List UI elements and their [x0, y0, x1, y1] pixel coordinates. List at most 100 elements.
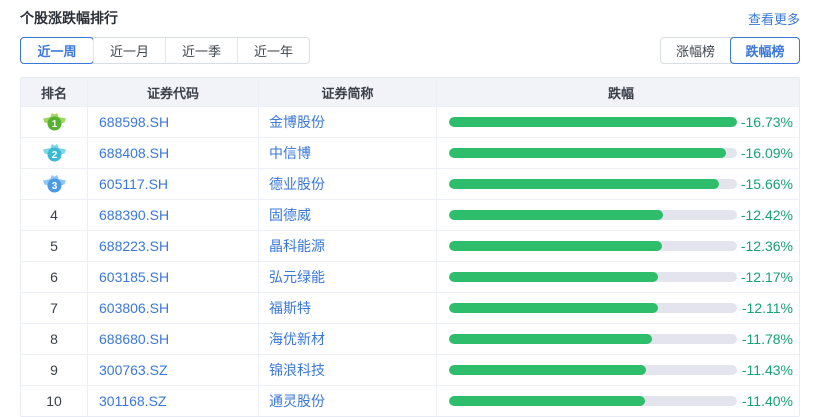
security-name-link[interactable]: 海优新材: [269, 329, 325, 349]
tab-period-3[interactable]: 近一年: [237, 38, 309, 63]
security-code-link[interactable]: 300763.SZ: [99, 362, 168, 378]
security-name-cell: 福斯特: [259, 293, 437, 323]
change-bar-track: [449, 148, 737, 158]
security-name-cell: 固德威: [259, 200, 437, 230]
security-code-link[interactable]: 688390.SH: [99, 207, 169, 223]
column-header-0: 排名: [21, 78, 88, 106]
rank-number: 5: [50, 238, 58, 254]
security-name-link[interactable]: 通灵股份: [269, 391, 325, 411]
change-bar-track: [449, 117, 737, 127]
table-row: 9 300763.SZ 锦浪科技 -11.43%: [21, 354, 799, 385]
change-bar-track: [449, 334, 737, 344]
change-bar-track: [449, 272, 737, 282]
security-name-cell: 德业股份: [259, 169, 437, 199]
rank-cell: 6: [21, 262, 88, 292]
change-bar-fill: [449, 272, 659, 282]
security-name-cell: 金博股份: [259, 107, 437, 137]
change-bar-track: [449, 396, 737, 406]
table-row: 3 605117.SH 德业股份 -15.66%: [21, 168, 799, 199]
security-code-link[interactable]: 688680.SH: [99, 331, 169, 347]
svg-text:1: 1: [51, 119, 57, 130]
rank-medal-icon: 2: [42, 144, 66, 162]
table-row: 4 688390.SH 固德威 -12.42%: [21, 199, 799, 230]
svg-text:3: 3: [51, 181, 57, 192]
rank-cell: 10: [21, 386, 88, 416]
change-cell: -12.11%: [437, 293, 799, 323]
security-code-link[interactable]: 688408.SH: [99, 145, 169, 161]
security-code-link[interactable]: 688598.SH: [99, 114, 169, 130]
rank-cell: 2: [21, 138, 88, 168]
tab-period-2[interactable]: 近一季: [165, 38, 237, 63]
security-code-link[interactable]: 301168.SZ: [99, 393, 166, 409]
toggle-board-1[interactable]: 跌幅榜: [730, 37, 800, 64]
tab-period-1[interactable]: 近一月: [93, 38, 165, 63]
security-code-link[interactable]: 605117.SH: [99, 176, 168, 192]
security-name-cell: 海优新材: [259, 324, 437, 354]
change-percent: -11.40%: [741, 393, 793, 409]
change-cell: -12.17%: [437, 262, 799, 292]
change-bar-fill: [449, 396, 646, 406]
table-row: 5 688223.SH 晶科能源 -12.36%: [21, 230, 799, 261]
rank-medal-icon: 1: [42, 113, 66, 131]
period-tab-group: 近一周 近一月 近一季 近一年: [20, 37, 310, 64]
table-row: 8 688680.SH 海优新材 -11.78%: [21, 323, 799, 354]
table-row: 1 688598.SH 金博股份 -16.73%: [21, 106, 799, 137]
security-name-link[interactable]: 晶科能源: [269, 236, 325, 256]
security-name-link[interactable]: 福斯特: [269, 298, 311, 318]
rank-number: 10: [46, 393, 62, 409]
rank-cell: 4: [21, 200, 88, 230]
change-cell: -11.40%: [437, 386, 799, 416]
security-code-cell: 688390.SH: [88, 200, 259, 230]
change-bar-fill: [449, 179, 719, 189]
change-cell: -16.73%: [437, 107, 799, 137]
tab-period-0[interactable]: 近一周: [20, 37, 94, 64]
ranking-table: 排名 证券代码 证券简称 跌幅 1 688598.SH 金博股份 -16.73% 2 68840…: [20, 77, 800, 417]
change-bar-track: [449, 303, 737, 313]
security-name-link[interactable]: 锦浪科技: [269, 360, 325, 380]
change-bar-fill: [449, 210, 663, 220]
change-percent: -11.78%: [741, 331, 793, 347]
rank-cell: 3: [21, 169, 88, 199]
security-code-cell: 603185.SH: [88, 262, 259, 292]
change-bar-fill: [449, 117, 737, 127]
change-cell: -11.78%: [437, 324, 799, 354]
security-name-link[interactable]: 弘元绿能: [269, 267, 325, 287]
rank-number: 7: [50, 300, 58, 316]
column-header-3: 跌幅: [607, 85, 634, 101]
change-bar-fill: [449, 334, 652, 344]
security-code-cell: 605117.SH: [88, 169, 259, 199]
security-name-link[interactable]: 德业股份: [269, 174, 325, 194]
change-cell: -15.66%: [437, 169, 799, 199]
change-percent: -16.73%: [740, 114, 793, 130]
table-body: 1 688598.SH 金博股份 -16.73% 2 688408.SH 中信博 -16.09…: [21, 106, 799, 416]
change-cell: -16.09%: [437, 138, 799, 168]
security-name-link[interactable]: 固德威: [269, 205, 311, 225]
security-name-cell: 弘元绿能: [259, 262, 437, 292]
security-code-link[interactable]: 688223.SH: [99, 238, 169, 254]
column-header-2: 证券简称: [259, 78, 437, 106]
security-code-cell: 301168.SZ: [88, 386, 259, 416]
security-name-link[interactable]: 中信博: [269, 143, 311, 163]
security-name-cell: 中信博: [259, 138, 437, 168]
change-bar-track: [449, 210, 737, 220]
view-more-link[interactable]: 查看更多: [748, 9, 800, 28]
security-code-cell: 300763.SZ: [88, 355, 259, 385]
change-percent: -11.43%: [741, 362, 793, 378]
toggle-board-0[interactable]: 涨幅榜: [661, 38, 730, 63]
change-bar-fill: [449, 365, 646, 375]
security-code-cell: 688680.SH: [88, 324, 259, 354]
table-row: 2 688408.SH 中信博 -16.09%: [21, 137, 799, 168]
rank-number: 8: [50, 331, 58, 347]
page-title: 个股涨跌幅排行: [20, 10, 118, 26]
security-code-link[interactable]: 603806.SH: [99, 300, 169, 316]
change-bar-fill: [449, 148, 727, 158]
security-code-link[interactable]: 603185.SH: [99, 269, 169, 285]
change-bar-track: [449, 365, 737, 375]
change-percent: -16.09%: [740, 145, 793, 161]
change-percent: -12.11%: [741, 300, 793, 316]
security-name-link[interactable]: 金博股份: [269, 112, 325, 132]
table-row: 6 603185.SH 弘元绿能 -12.17%: [21, 261, 799, 292]
table-row: 7 603806.SH 福斯特 -12.11%: [21, 292, 799, 323]
panel-header: 个股涨跌幅排行 查看更多: [20, 0, 800, 28]
change-cell: -12.42%: [437, 200, 799, 230]
